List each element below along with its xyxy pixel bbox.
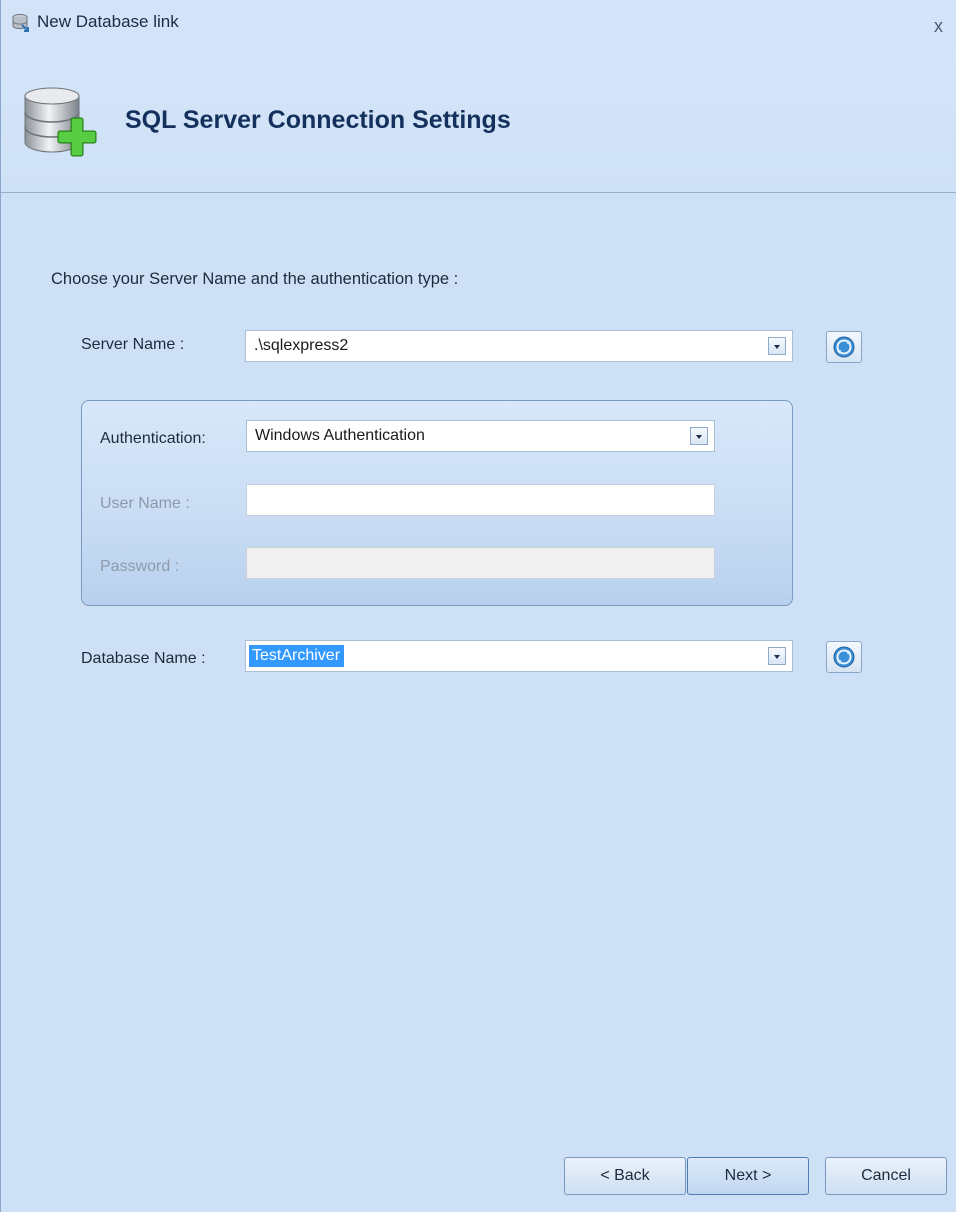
close-button[interactable]: x xyxy=(934,16,943,37)
password-input[interactable] xyxy=(246,547,715,579)
server-name-combobox[interactable]: .\sqlexpress2 xyxy=(245,330,793,362)
authentication-value: Windows Authentication xyxy=(255,427,425,444)
refresh-servers-button[interactable] xyxy=(826,331,862,363)
new-database-link-dialog: New Database link x SQL Server Connectio… xyxy=(0,0,956,1212)
database-name-label: Database Name : xyxy=(81,650,206,667)
chevron-down-icon[interactable] xyxy=(690,427,708,445)
title-bar: New Database link x xyxy=(1,0,956,46)
database-name-combobox[interactable]: TestArchiver xyxy=(245,640,793,672)
next-button[interactable]: Next > xyxy=(687,1157,809,1195)
page-title: SQL Server Connection Settings xyxy=(125,106,511,134)
chevron-down-icon[interactable] xyxy=(768,337,786,355)
database-add-icon xyxy=(21,86,101,162)
server-name-value: .\sqlexpress2 xyxy=(254,337,349,354)
window-title: New Database link xyxy=(37,12,179,31)
authentication-label: Authentication: xyxy=(100,430,206,447)
server-name-label: Server Name : xyxy=(81,336,185,353)
database-name-value: TestArchiver xyxy=(249,645,345,667)
back-button[interactable]: < Back xyxy=(564,1157,686,1195)
instruction-text: Choose your Server Name and the authenti… xyxy=(51,270,459,288)
cancel-button[interactable]: Cancel xyxy=(825,1157,947,1195)
password-label: Password : xyxy=(100,558,180,575)
user-name-input[interactable] xyxy=(246,484,715,516)
database-link-icon xyxy=(11,12,33,34)
wizard-header: SQL Server Connection Settings xyxy=(1,46,956,193)
user-name-label: User Name : xyxy=(100,495,190,512)
refresh-databases-button[interactable] xyxy=(826,641,862,673)
chevron-down-icon[interactable] xyxy=(768,647,786,665)
authentication-combobox[interactable]: Windows Authentication xyxy=(246,420,715,452)
